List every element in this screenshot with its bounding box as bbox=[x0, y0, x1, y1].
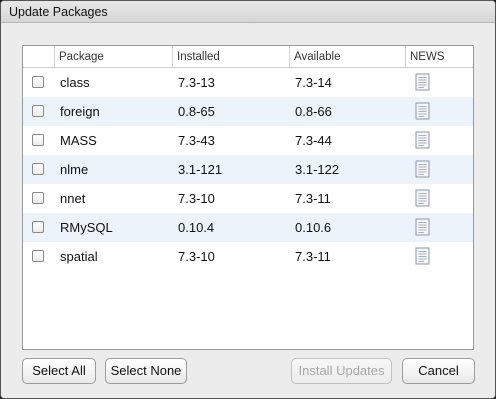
installed-version: 3.1-121 bbox=[178, 162, 223, 177]
table-body: class 7.3-13 7.3-14 foreign 0.8-65 0.8-6… bbox=[23, 68, 473, 271]
table-row[interactable]: nnet 7.3-10 7.3-11 bbox=[23, 184, 473, 213]
package-name: spatial bbox=[60, 249, 98, 264]
package-name: MASS bbox=[60, 133, 97, 148]
package-name: nnet bbox=[60, 191, 86, 206]
window-title: Update Packages bbox=[9, 5, 108, 19]
row-checkbox[interactable] bbox=[32, 221, 44, 233]
install-updates-button[interactable]: Install Updates bbox=[291, 358, 392, 384]
row-checkbox[interactable] bbox=[32, 250, 44, 262]
table-row[interactable]: MASS 7.3-43 7.3-44 bbox=[23, 126, 473, 155]
available-version: 7.3-11 bbox=[295, 249, 331, 264]
header-package[interactable]: Package bbox=[54, 46, 172, 68]
document-icon[interactable] bbox=[414, 189, 431, 207]
header-installed[interactable]: Installed bbox=[172, 46, 289, 68]
table-row[interactable]: RMySQL 0.10.4 0.10.6 bbox=[23, 213, 473, 242]
header-news[interactable]: NEWS bbox=[405, 46, 475, 68]
installed-version: 7.3-10 bbox=[178, 191, 215, 206]
document-icon[interactable] bbox=[414, 247, 431, 265]
packages-table: Package Installed Available NEWS class 7… bbox=[22, 45, 474, 350]
row-checkbox[interactable] bbox=[32, 192, 44, 204]
header-checkbox-column[interactable] bbox=[23, 46, 54, 68]
document-icon[interactable] bbox=[414, 131, 431, 149]
document-icon[interactable] bbox=[414, 218, 431, 236]
select-all-button[interactable]: Select All bbox=[22, 358, 96, 384]
document-icon[interactable] bbox=[414, 73, 431, 91]
available-version: 0.8-66 bbox=[295, 104, 332, 119]
title-bar[interactable]: Update Packages bbox=[1, 1, 495, 23]
available-version: 7.3-44 bbox=[295, 133, 332, 148]
table-header: Package Installed Available NEWS bbox=[23, 46, 473, 68]
row-checkbox[interactable] bbox=[32, 105, 44, 117]
row-checkbox[interactable] bbox=[32, 134, 44, 146]
installed-version: 7.3-43 bbox=[178, 133, 215, 148]
available-version: 7.3-14 bbox=[295, 75, 332, 90]
table-row[interactable]: spatial 7.3-10 7.3-11 bbox=[23, 242, 473, 271]
installed-version: 0.10.4 bbox=[178, 220, 215, 235]
row-checkbox[interactable] bbox=[32, 163, 44, 175]
row-checkbox[interactable] bbox=[32, 76, 44, 88]
available-version: 3.1-122 bbox=[295, 162, 340, 177]
package-name: foreign bbox=[60, 104, 100, 119]
update-packages-dialog: Update Packages Package Installed Availa… bbox=[0, 0, 496, 399]
package-name: nlme bbox=[60, 162, 89, 177]
document-icon[interactable] bbox=[414, 160, 431, 178]
installed-version: 7.3-13 bbox=[178, 75, 215, 90]
header-available[interactable]: Available bbox=[289, 46, 405, 68]
cancel-button[interactable]: Cancel bbox=[402, 358, 475, 384]
package-name: class bbox=[60, 75, 90, 90]
table-row[interactable]: nlme 3.1-121 3.1-122 bbox=[23, 155, 473, 184]
table-row[interactable]: foreign 0.8-65 0.8-66 bbox=[23, 97, 473, 126]
available-version: 0.10.6 bbox=[295, 220, 332, 235]
package-name: RMySQL bbox=[60, 220, 113, 235]
document-icon[interactable] bbox=[414, 102, 431, 120]
table-row[interactable]: class 7.3-13 7.3-14 bbox=[23, 68, 473, 97]
installed-version: 0.8-65 bbox=[178, 104, 215, 119]
select-none-button[interactable]: Select None bbox=[105, 358, 187, 384]
available-version: 7.3-11 bbox=[295, 191, 331, 206]
installed-version: 7.3-10 bbox=[178, 249, 215, 264]
